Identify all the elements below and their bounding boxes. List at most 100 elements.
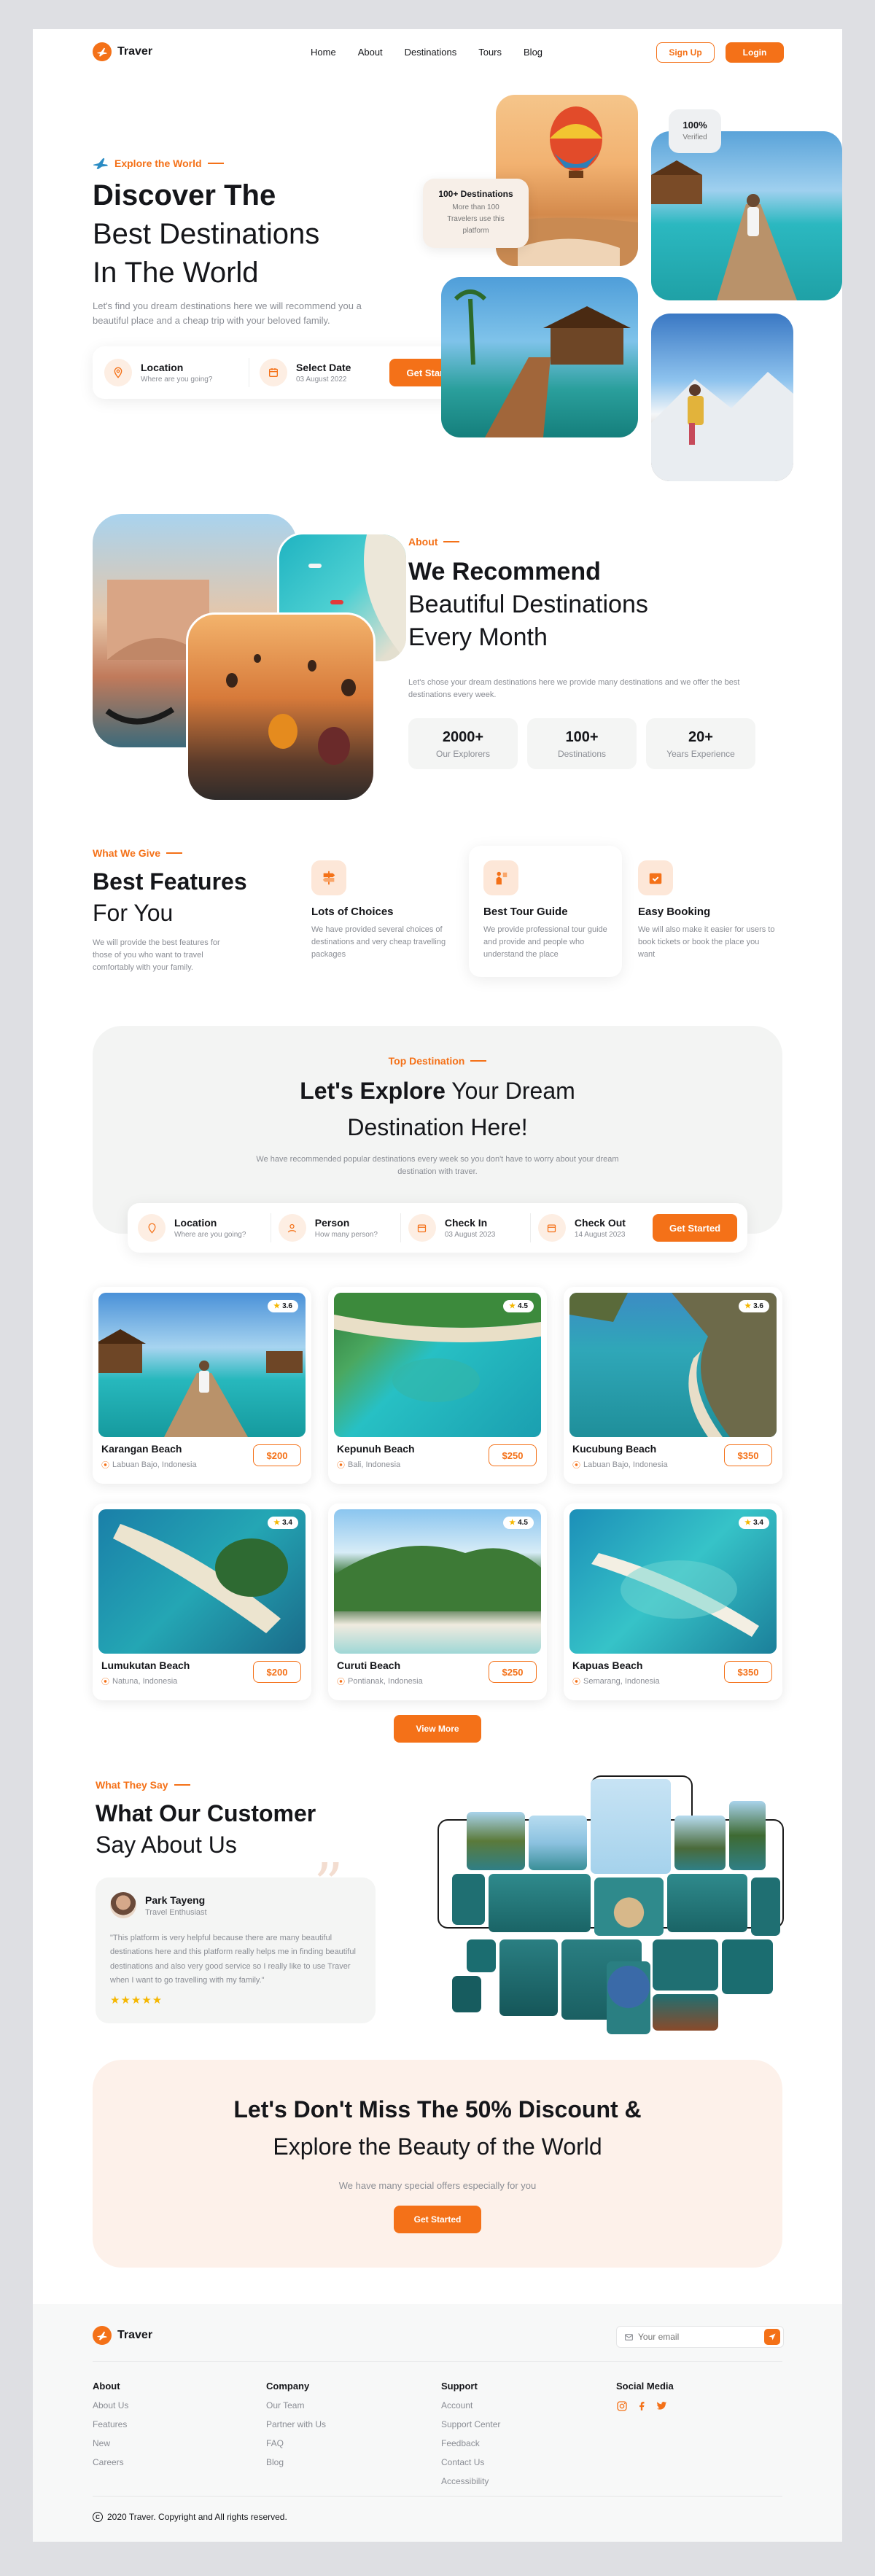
facebook-icon[interactable] [637, 2400, 647, 2412]
mosaic-tile [667, 1874, 747, 1932]
mosaic-tile [751, 1877, 780, 1936]
footer-logo[interactable]: Traver [93, 2326, 152, 2345]
destination-location: ⦿ Bali, Indonesia [337, 1460, 401, 1470]
star-icon: ★ [509, 1519, 516, 1527]
destination-card[interactable]: ★ 4.5 Kepunuh Beach ⦿ Bali, Indonesia $250 [328, 1287, 547, 1484]
destination-card[interactable]: ★ 3.4 Lumukutan Beach ⦿ Natuna, Indonesia … [93, 1503, 311, 1700]
about-title-line3: Every Month [408, 623, 548, 652]
calendar-icon [408, 1214, 436, 1242]
location-pin-icon: ⦿ [101, 1461, 109, 1470]
login-button[interactable]: Login [726, 42, 784, 63]
search-person-field[interactable]: Person How many person? [278, 1214, 393, 1242]
nav-tours[interactable]: Tours [478, 47, 502, 58]
hero-location-field[interactable]: Location Where are you going? [104, 359, 249, 386]
price-button[interactable]: $250 [489, 1444, 537, 1466]
nav-blog[interactable]: Blog [524, 47, 542, 58]
nav-about[interactable]: About [358, 47, 383, 58]
footer-link[interactable]: Features [93, 2419, 128, 2429]
hero-location-label: Location [141, 362, 184, 373]
calendar-icon [537, 1214, 566, 1242]
stat-experience: 20+ Years Experience [646, 718, 755, 769]
footer-link[interactable]: Support Center [441, 2419, 500, 2429]
location-pin-icon: ⦿ [337, 1461, 345, 1470]
price-button[interactable]: $200 [253, 1444, 301, 1466]
footer-link[interactable]: Feedback [441, 2438, 500, 2448]
verified-number: 100% [682, 120, 707, 131]
badge-text: More than 100 Travelers use this platfor… [447, 203, 505, 235]
footer-link[interactable]: Partner with Us [266, 2419, 326, 2429]
footer-divider [93, 2361, 782, 2362]
hero-date-label: Select Date [295, 362, 351, 373]
main-nav: Home About Destinations Tours Blog [300, 47, 553, 58]
explore-title-line2: Destination Here! [347, 1113, 528, 1140]
search-checkin-field[interactable]: Check In 03 August 2023 [408, 1214, 523, 1242]
destination-name: Kepunuh Beach [337, 1443, 415, 1455]
twitter-icon[interactable] [656, 2400, 668, 2412]
destination-location: ⦿ Pontianak, Indonesia [337, 1677, 423, 1686]
destination-location: ⦿ Semarang, Indonesia [572, 1677, 660, 1686]
destination-card[interactable]: ★ 3.6 Kucubung Beach ⦿ Labuan Bajo, Indone… [564, 1287, 782, 1484]
footer-link[interactable]: About Us [93, 2400, 128, 2410]
about-description: Let's chose your dream destinations here… [408, 678, 740, 700]
search-checkout-field[interactable]: Check Out 14 August 2023 [537, 1214, 645, 1242]
testimonial-title-line2: Say About Us [96, 1831, 237, 1858]
explore-title-rest: Your Dream [451, 1078, 575, 1104]
view-more-button[interactable]: View More [394, 1715, 481, 1743]
hero-title: Discover The Best Destinations In The Wo… [93, 176, 413, 293]
email-input[interactable] [638, 2332, 760, 2342]
badge-title: 100+ Destinations [438, 189, 513, 199]
destination-image: ★ 3.4 [569, 1509, 777, 1654]
price-button[interactable]: $350 [724, 1444, 772, 1466]
hero-search-bar: Location Where are you going? Select Date… [93, 346, 486, 399]
footer-link[interactable]: Accessibility [441, 2476, 500, 2486]
hero-title-bold: Discover The [93, 179, 276, 211]
mosaic-tile [653, 1994, 718, 2031]
hero-title-line2: Best Destinations [93, 218, 320, 251]
pier-woman-image [651, 131, 842, 300]
mosaic-tile [489, 1874, 591, 1932]
price-button[interactable]: $350 [724, 1661, 772, 1683]
destination-card[interactable]: ★ 3.4 Kapuas Beach ⦿ Semarang, Indonesia $… [564, 1503, 782, 1700]
rating-badge: ★ 4.5 [503, 1300, 534, 1312]
footer-link[interactable]: FAQ [266, 2438, 326, 2448]
destination-name: Karangan Beach [101, 1443, 182, 1455]
plane-logo-icon [93, 2326, 112, 2345]
price-button[interactable]: $250 [489, 1661, 537, 1683]
hero-date-field[interactable]: Select Date 03 August 2022 [259, 359, 389, 386]
calendar-icon [259, 359, 287, 386]
destination-location: ⦿ Natuna, Indonesia [101, 1677, 178, 1686]
hero-date-sub: 03 August 2022 [295, 375, 347, 384]
testimonial-title: What Our Customer Say About Us [96, 1798, 387, 1860]
footer-link[interactable]: New [93, 2438, 128, 2448]
footer-link[interactable]: Blog [266, 2457, 326, 2467]
newsletter-form [616, 2326, 784, 2348]
nav-home[interactable]: Home [311, 47, 336, 58]
brand-name: Traver [117, 45, 153, 58]
send-icon [769, 2333, 776, 2340]
verified-label: Verified [682, 133, 707, 141]
footer-link[interactable]: Our Team [266, 2400, 326, 2410]
footer-link[interactable]: Account [441, 2400, 500, 2410]
footer-link[interactable]: Careers [93, 2457, 128, 2467]
destination-image: ★ 3.4 [98, 1509, 306, 1654]
footer-col-company: Company Our Team Partner with Us FAQ Blo… [266, 2381, 327, 2467]
destination-card[interactable]: ★ 3.6 Karangan Beach ⦿ Labuan Bajo, Indone… [93, 1287, 311, 1484]
features-description: We will provide the best features for th… [93, 938, 220, 973]
instagram-icon[interactable] [616, 2400, 628, 2412]
footer-link[interactable]: Contact Us [441, 2457, 500, 2467]
nav-destinations[interactable]: Destinations [405, 47, 457, 58]
reviewer-role: Travel Enthusiast [145, 1907, 207, 1917]
mail-icon [625, 2333, 633, 2340]
brand-logo[interactable]: Traver [93, 42, 152, 61]
lake-mosaic-image [438, 1775, 784, 2034]
mosaic-tile [722, 1939, 773, 1994]
promo-get-started-button[interactable]: Get Started [394, 2206, 481, 2233]
send-button[interactable] [764, 2329, 780, 2345]
explore-get-started-button[interactable]: Get Started [653, 1214, 738, 1242]
signup-button[interactable]: Sign Up [656, 42, 715, 63]
about-stats: 2000+ Our Explorers 100+ Destinations 20+ Y… [408, 718, 755, 769]
search-location-field[interactable]: Location Where are you going? [138, 1214, 263, 1242]
destination-card[interactable]: ★ 4.5 Curuti Beach ⦿ Pontianak, Indonesia … [328, 1503, 547, 1700]
price-button[interactable]: $200 [253, 1661, 301, 1683]
about-title: We Recommend Beautiful Destinations Ever… [408, 556, 788, 655]
